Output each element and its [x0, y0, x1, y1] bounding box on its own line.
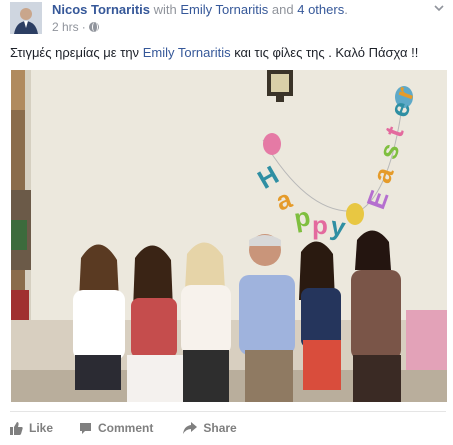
post-photo[interactable]: H a p p y E a s t e r — [11, 70, 447, 402]
post-timestamp[interactable]: 2 hrs — [52, 20, 79, 34]
with-label: with — [153, 2, 177, 17]
author-name[interactable]: Nicos Tornaritis — [52, 2, 150, 17]
post-text-after: και τις φίλες της . Καλό Πάσχα !! — [234, 45, 419, 60]
banner-letter-p2: p — [312, 210, 328, 240]
share-arrow-icon — [183, 421, 198, 434]
tagged-person-link[interactable]: Emily Tornaritis — [180, 2, 268, 17]
photo-illustration: H a p p y E a s t e r — [11, 70, 447, 402]
post-text-before: Στιγμές ηρεμίας με την — [10, 45, 140, 60]
author-avatar[interactable] — [10, 2, 42, 34]
meta-separator: · — [81, 20, 86, 34]
globe-icon[interactable] — [88, 22, 99, 32]
facebook-post: Nicos Tornaritis with Emily Tornaritis a… — [0, 0, 453, 445]
share-button[interactable]: Share — [183, 419, 237, 437]
actions-divider — [10, 411, 446, 412]
header-period: . — [344, 2, 348, 17]
others-link[interactable]: 4 others — [297, 2, 344, 17]
thumbs-up-icon — [10, 421, 23, 435]
and-label: and — [271, 2, 294, 17]
post-meta: 2 hrs · — [52, 20, 99, 34]
like-button[interactable]: Like — [10, 419, 53, 437]
chevron-down-icon[interactable] — [433, 2, 445, 14]
comment-label: Comment — [98, 421, 154, 435]
comment-bubble-icon — [80, 422, 92, 434]
like-label: Like — [29, 421, 54, 435]
comment-button[interactable]: Comment — [79, 419, 153, 437]
share-label: Share — [203, 421, 237, 435]
post-body-text: Στιγμές ηρεμίας με την Emily Tornaritis … — [10, 44, 445, 62]
post-header: Nicos Tornaritis with Emily Tornaritis a… — [52, 2, 348, 18]
post-actions: Like Comment Share — [10, 419, 237, 437]
post-text-tag[interactable]: Emily Tornaritis — [143, 45, 231, 60]
